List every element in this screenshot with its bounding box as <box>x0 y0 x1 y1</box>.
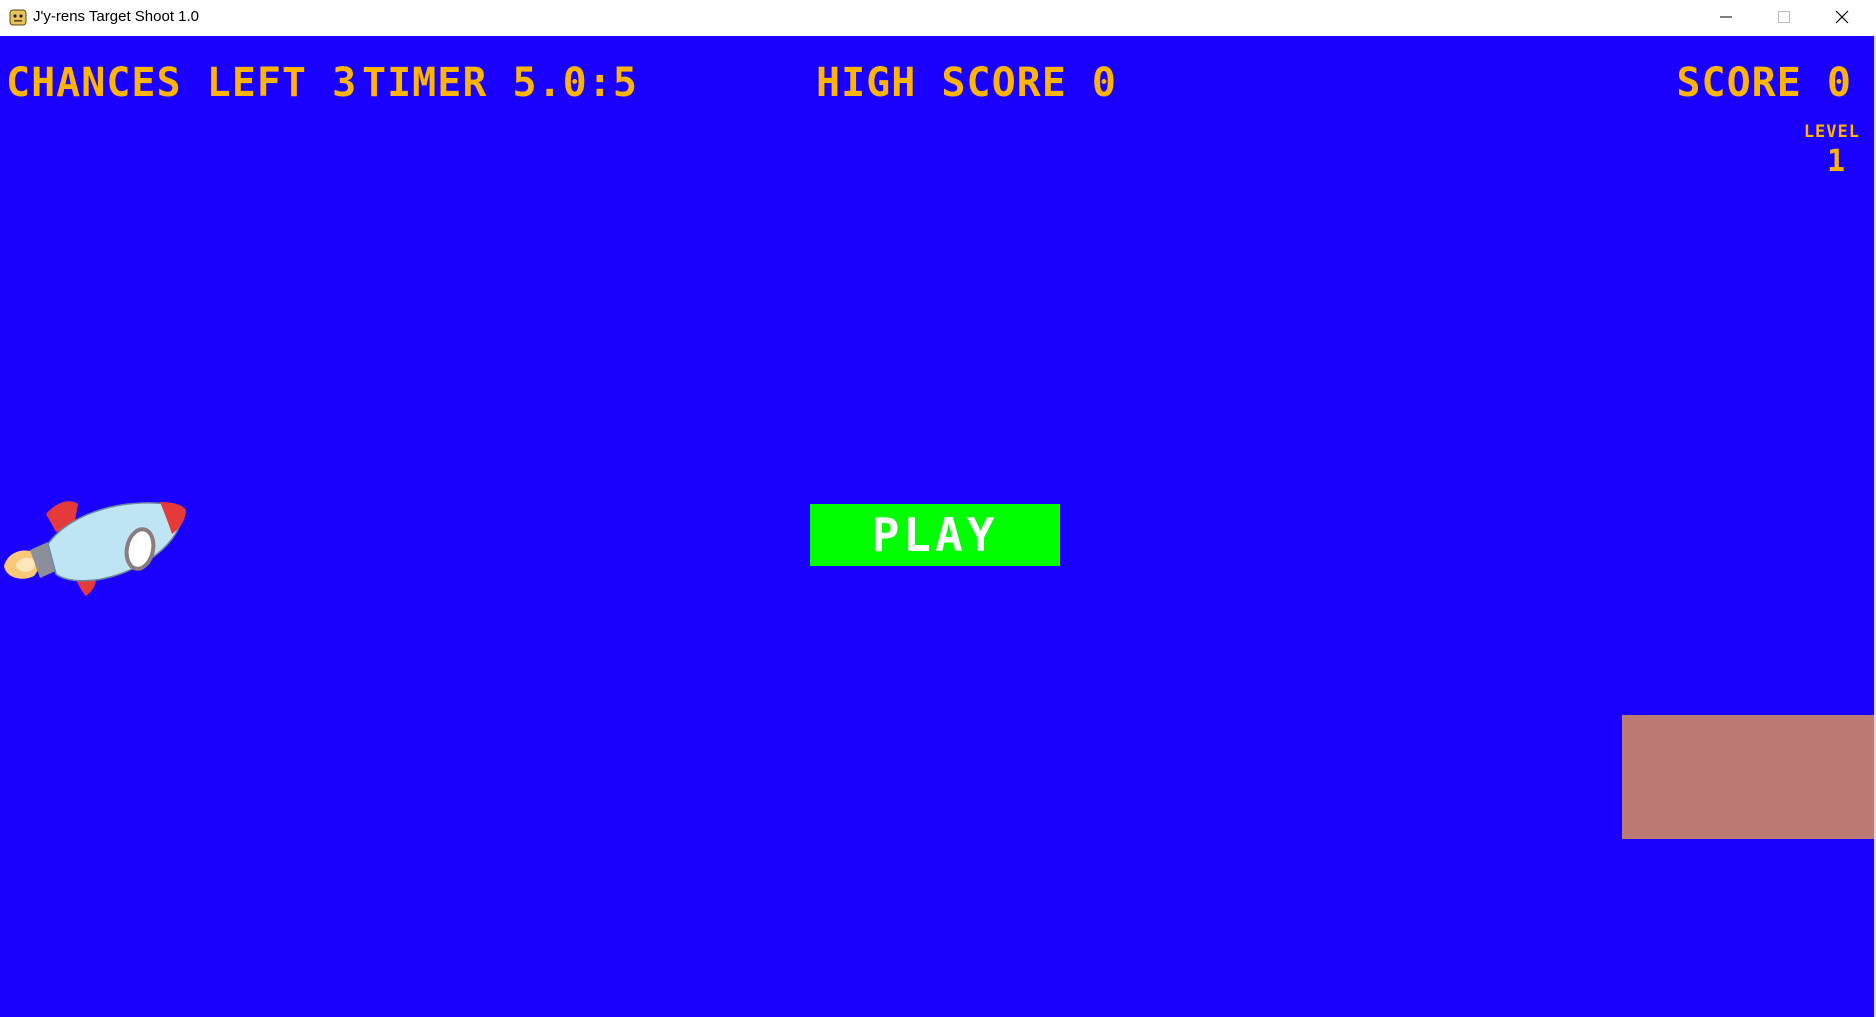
level-value: 1 <box>1826 144 1846 179</box>
high-score-display: HIGH SCORE 0 <box>816 60 1117 106</box>
target-block <box>1622 715 1874 839</box>
title-bar: J'y-rens Target Shoot 1.0 <box>0 0 1876 36</box>
app-icon <box>8 7 28 27</box>
game-canvas[interactable]: CHANCES LEFT 3 TIMER 5.0:5 HIGH SCORE 0 … <box>0 36 1874 1017</box>
level-label: LEVEL <box>1803 122 1860 142</box>
close-button[interactable] <box>1813 0 1871 34</box>
score-display: SCORE 0 <box>1676 60 1852 106</box>
app-window: J'y-rens Target Shoot 1.0 CHANCES LEFT 3… <box>0 0 1876 1017</box>
play-button[interactable]: PLAY <box>810 504 1060 566</box>
window-title: J'y-rens Target Shoot 1.0 <box>33 8 200 25</box>
chances-left-counter: CHANCES LEFT 3 <box>6 60 358 106</box>
timer-display: TIMER 5.0:5 <box>362 60 638 106</box>
maximize-icon <box>1778 11 1790 23</box>
minimize-button[interactable] <box>1697 0 1755 34</box>
minimize-icon <box>1720 16 1732 18</box>
maximize-button[interactable] <box>1755 0 1813 34</box>
rocket-icon <box>0 466 190 596</box>
close-icon <box>1835 10 1849 24</box>
